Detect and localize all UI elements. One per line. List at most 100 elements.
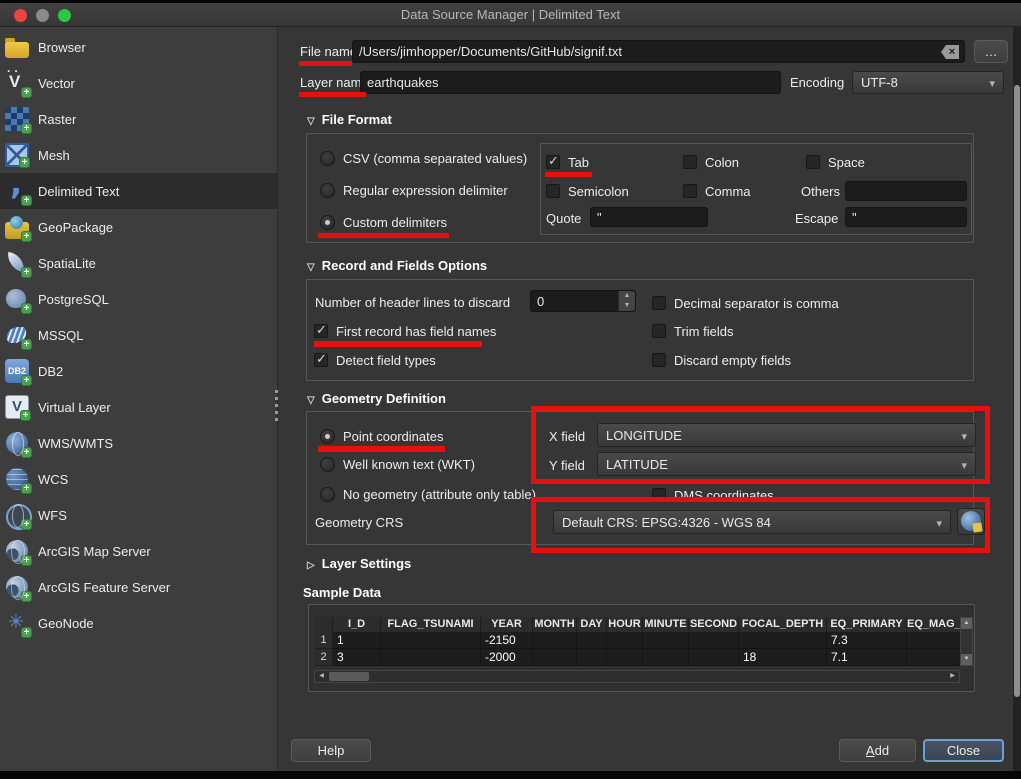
collapse-triangle-icon[interactable]: ▽ (307, 116, 315, 127)
no-geometry-radio-control[interactable] (320, 487, 335, 502)
sidebar-item-wcs[interactable]: +WCS (0, 461, 277, 497)
sidebar-item-db2[interactable]: DB2+DB2 (0, 353, 277, 389)
encoding-select[interactable]: UTF-8 (852, 71, 1004, 94)
file-name-input[interactable] (352, 40, 965, 63)
sidebar-item-mssql[interactable]: +MSSQL (0, 317, 277, 353)
browse-file-button[interactable]: … (974, 40, 1008, 63)
table-horizontal-scrollbar[interactable] (314, 670, 960, 683)
spinner-arrows-icon[interactable] (618, 291, 635, 311)
space-checkbox[interactable]: Space (806, 153, 865, 171)
dms-coordinates-checkbox[interactable]: DMS coordinates (652, 486, 774, 504)
waves-icon: + (5, 323, 29, 347)
splitter-handle-icon[interactable] (275, 390, 278, 422)
header-lines-spinner[interactable]: 0 (530, 290, 636, 312)
expand-triangle-icon[interactable]: ▷ (307, 560, 315, 571)
sidebar-item-delimited-text[interactable]: +Delimited Text (0, 173, 277, 209)
wkt-radio-control[interactable] (320, 457, 335, 472)
add-button[interactable]: Add (839, 739, 916, 762)
sidebar-item-browser[interactable]: Browser (0, 29, 277, 65)
wkt-radio[interactable]: Well known text (WKT) (320, 455, 475, 473)
trim-fields-checkbox-control[interactable] (652, 324, 666, 338)
tab-checkbox[interactable]: Tab (546, 153, 589, 171)
column-header-i_d[interactable]: I_D (333, 617, 381, 632)
quote-input[interactable] (590, 207, 708, 227)
column-header-month[interactable]: MONTH (533, 617, 577, 632)
point-coordinates-radio[interactable]: Point coordinates (320, 427, 443, 445)
add-badge-icon: + (21, 375, 32, 386)
sidebar-item-geonode[interactable]: +GeoNode (0, 605, 277, 641)
scroll-left-icon[interactable] (316, 671, 327, 682)
tab-checkbox-control[interactable] (546, 155, 560, 169)
point-coordinates-radio-control[interactable] (320, 429, 335, 444)
first-record-checkbox-control[interactable] (314, 324, 328, 338)
table-cell (643, 632, 689, 649)
y-field-select[interactable]: LATITUDE (597, 452, 976, 476)
colon-checkbox-control[interactable] (683, 155, 697, 169)
sidebar-item-raster[interactable]: +Raster (0, 101, 277, 137)
column-header-eq_primary[interactable]: EQ_PRIMARY (827, 617, 907, 632)
no-geometry-radio[interactable]: No geometry (attribute only table) (320, 485, 536, 503)
decimal-comma-checkbox[interactable]: Decimal separator is comma (652, 294, 839, 312)
discard-empty-checkbox-control[interactable] (652, 353, 666, 367)
trim-fields-checkbox[interactable]: Trim fields (652, 322, 733, 340)
column-header-minute[interactable]: MINUTE (643, 617, 689, 632)
add-badge-icon: + (21, 483, 32, 494)
first-record-checkbox[interactable]: First record has field names (314, 322, 496, 340)
table-corner-cell (315, 617, 333, 632)
column-header-flag_tsunami[interactable]: FLAG_TSUNAMI (381, 617, 481, 632)
sidebar-item-geopackage[interactable]: +GeoPackage (0, 209, 277, 245)
regexp-radio[interactable]: Regular expression delimiter (320, 181, 508, 199)
others-input[interactable] (845, 181, 967, 201)
horizontal-scroll-thumb[interactable] (329, 672, 369, 681)
help-button[interactable]: Help (291, 739, 371, 762)
geometry-crs-select[interactable]: Default CRS: EPSG:4326 - WGS 84 (553, 510, 951, 534)
close-button[interactable]: Close (923, 739, 1004, 762)
scroll-right-icon[interactable] (947, 671, 958, 682)
csv-radio[interactable]: CSV (comma separated values) (320, 149, 527, 167)
csv-radio-control[interactable] (320, 151, 335, 166)
column-header-focal_depth[interactable]: FOCAL_DEPTH (739, 617, 827, 632)
sidebar-item-mesh[interactable]: +Mesh (0, 137, 277, 173)
sidebar-item-vector[interactable]: +Vector (0, 65, 277, 101)
regexp-radio-control[interactable] (320, 183, 335, 198)
column-header-year[interactable]: YEAR (481, 617, 533, 632)
custom-delimiters-radio[interactable]: Custom delimiters (320, 213, 447, 231)
column-header-eq_mag_mw[interactable]: EQ_MAG_MW (907, 617, 960, 632)
escape-input[interactable] (845, 207, 967, 227)
scroll-up-icon[interactable] (961, 618, 972, 629)
sidebar-item-label: ArcGIS Map Server (38, 544, 151, 559)
geonode-icon: + (5, 611, 29, 635)
sidebar-item-arcgis-feature-server[interactable]: +ArcGIS Feature Server (0, 569, 277, 605)
detect-types-checkbox[interactable]: Detect field types (314, 351, 436, 369)
select-crs-button[interactable] (957, 508, 985, 535)
custom-delimiters-radio-control[interactable] (320, 215, 335, 230)
scroll-down-icon[interactable] (961, 654, 972, 665)
sidebar-item-spatialite[interactable]: +SpatiaLite (0, 245, 277, 281)
sidebar-item-postgresql[interactable]: +PostgreSQL (0, 281, 277, 317)
colon-checkbox[interactable]: Colon (683, 153, 739, 171)
sidebar-item-wfs[interactable]: +WFS (0, 497, 277, 533)
collapse-triangle-icon[interactable]: ▽ (307, 262, 315, 273)
decimal-comma-checkbox-control[interactable] (652, 296, 666, 310)
detect-types-checkbox-control[interactable] (314, 353, 328, 367)
space-checkbox-control[interactable] (806, 155, 820, 169)
comma-checkbox-control[interactable] (683, 184, 697, 198)
table-vertical-scrollbar[interactable] (960, 617, 973, 666)
dms-coordinates-checkbox-control[interactable] (652, 488, 666, 502)
sidebar-item-virtual-layer[interactable]: +Virtual Layer (0, 389, 277, 425)
column-header-day[interactable]: DAY (577, 617, 607, 632)
sidebar-item-wms-wmts[interactable]: +WMS/WMTS (0, 425, 277, 461)
semicolon-checkbox-control[interactable] (546, 184, 560, 198)
layer-name-input[interactable] (360, 71, 781, 94)
column-header-second[interactable]: SECOND (689, 617, 739, 632)
sidebar-item-label: ArcGIS Feature Server (38, 580, 170, 595)
comma-checkbox[interactable]: Comma (683, 182, 751, 200)
discard-empty-checkbox[interactable]: Discard empty fields (652, 351, 791, 369)
table-cell (381, 649, 481, 666)
window-scrollbar-thumb[interactable] (1014, 85, 1020, 697)
column-header-hour[interactable]: HOUR (607, 617, 643, 632)
sidebar-item-arcgis-map-server[interactable]: +ArcGIS Map Server (0, 533, 277, 569)
collapse-triangle-icon[interactable]: ▽ (307, 395, 315, 406)
x-field-select[interactable]: LONGITUDE (597, 423, 976, 447)
semicolon-checkbox[interactable]: Semicolon (546, 182, 629, 200)
